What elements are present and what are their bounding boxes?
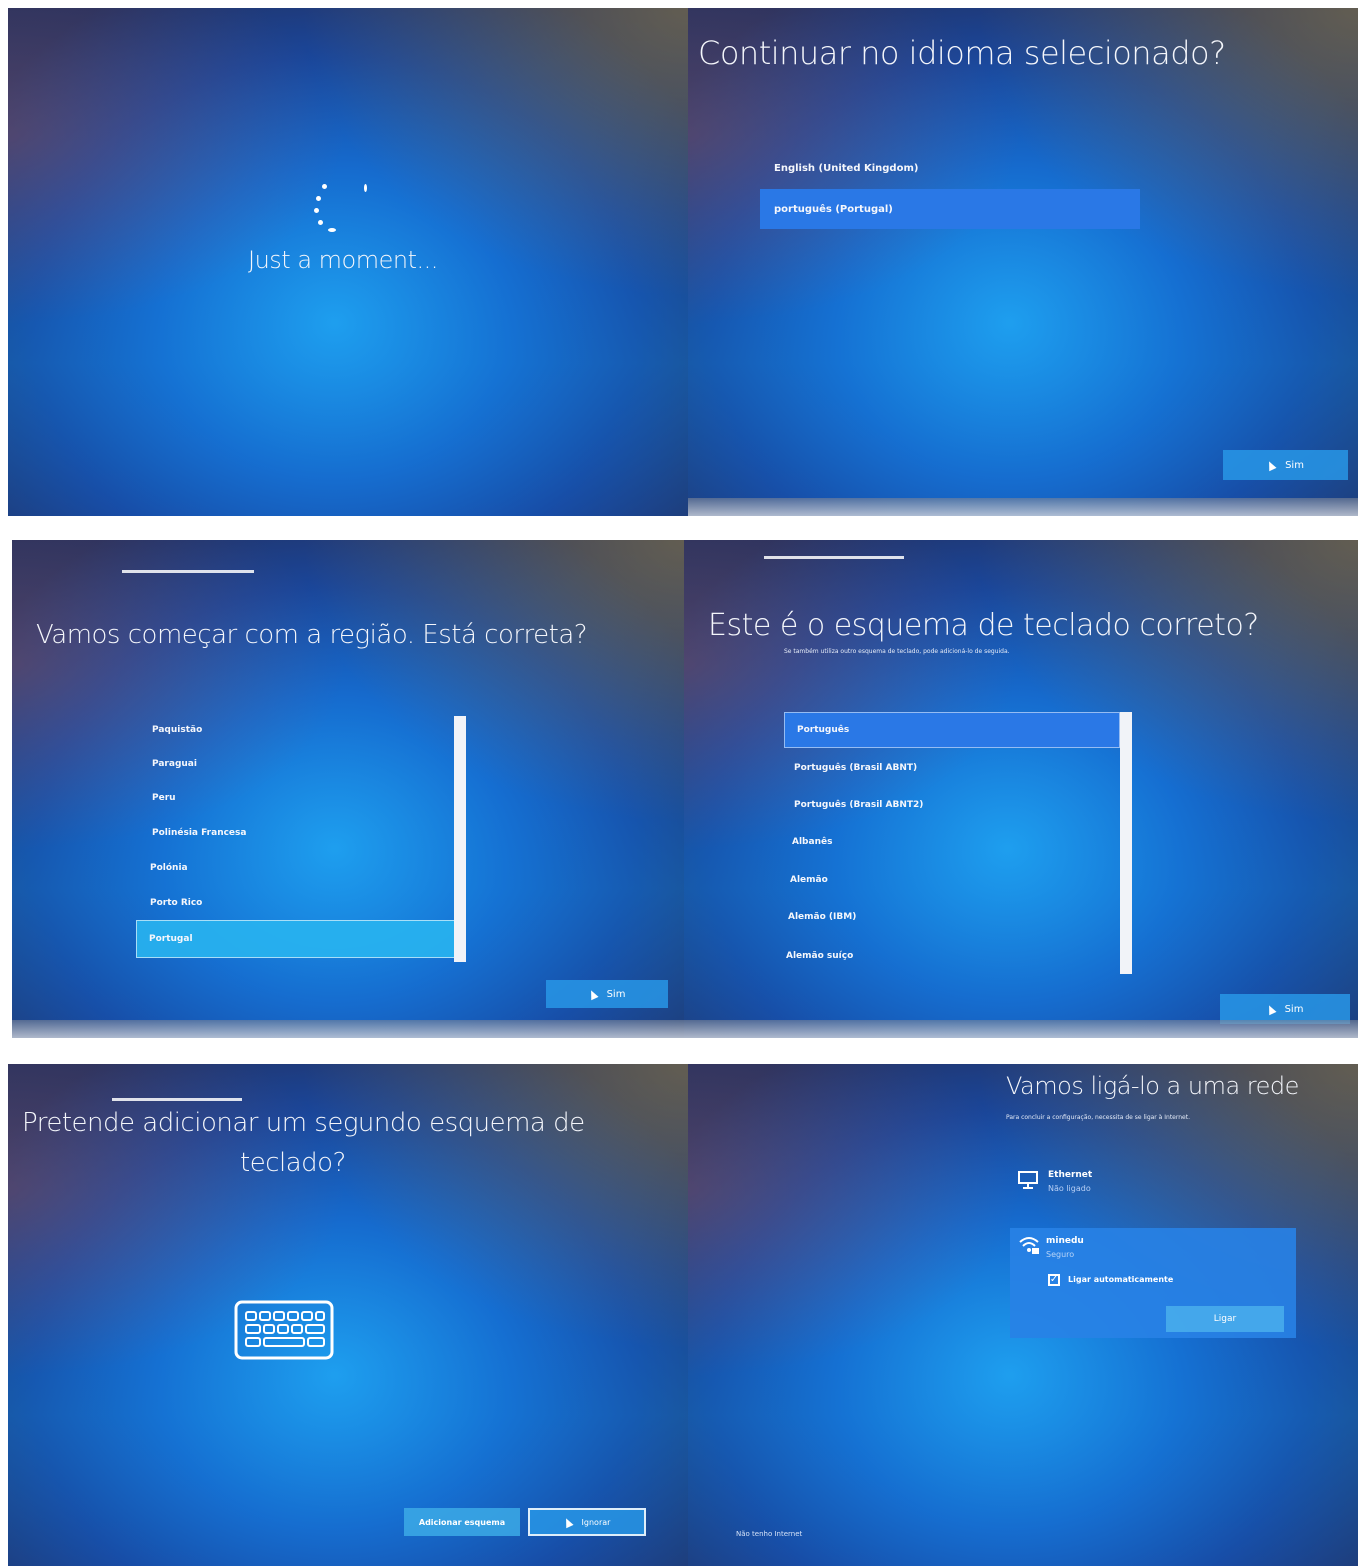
page-title: Vamos ligá-lo a uma rede <box>1006 1072 1299 1100</box>
network-status: Não ligado <box>1048 1184 1091 1193</box>
mouse-cursor-icon <box>1265 459 1277 471</box>
language-option-selected[interactable]: português (Portugal) <box>760 189 1140 229</box>
layout-list-scrollbar[interactable] <box>1120 712 1132 974</box>
region-option[interactable]: Paraguai <box>136 752 456 776</box>
panel-language: Continuar no idioma selecionado? English… <box>688 8 1358 516</box>
region-option[interactable]: Polónia <box>136 856 456 880</box>
skip-button-label: Ignorar <box>581 1517 611 1527</box>
auto-connect-label: Ligar automaticamente <box>1068 1275 1174 1284</box>
mouse-cursor-icon <box>562 1516 574 1528</box>
network-name: minedu <box>1046 1236 1084 1246</box>
page-subtitle: Para concluir a configuração, necessita … <box>1006 1114 1190 1121</box>
ethernet-icon <box>1018 1170 1038 1190</box>
no-internet-link[interactable]: Não tenho Internet <box>736 1530 802 1538</box>
panel-keyboard-layout: Este é o esquema de teclado correto? Se … <box>684 540 1358 1038</box>
region-option-selected[interactable]: Portugal <box>136 920 456 958</box>
page-title-line2: teclado? <box>240 1148 346 1178</box>
screen-bezel <box>12 1020 684 1038</box>
connect-button-label: Ligar <box>1213 1314 1237 1324</box>
status-text: Just a moment... <box>248 246 438 274</box>
layout-option[interactable]: Alemão suíço <box>784 944 1120 968</box>
region-option[interactable]: Peru <box>136 786 456 810</box>
mouse-cursor-icon <box>587 988 599 1000</box>
layout-option[interactable]: Alemão <box>784 868 1120 892</box>
add-layout-button[interactable]: Adicionar esquema <box>404 1508 520 1536</box>
panel-region: Vamos começar com a região. Está correta… <box>12 540 684 1038</box>
screen-bezel <box>688 498 1358 516</box>
page-subtitle: Se também utiliza outro esquema de tecla… <box>784 648 1010 655</box>
panel-second-keyboard: Pretende adicionar um segundo esquema de… <box>8 1064 688 1566</box>
progress-indicator <box>764 556 904 559</box>
layout-option[interactable]: Português (Brasil ABNT2) <box>784 793 1120 817</box>
region-option[interactable]: Polinésia Francesa <box>136 821 456 845</box>
page-title-line1: Pretende adicionar um segundo esquema de <box>22 1108 585 1138</box>
progress-indicator <box>122 570 254 573</box>
yes-button[interactable]: Sim <box>546 980 668 1008</box>
region-list-scrollbar[interactable] <box>454 716 466 962</box>
yes-button[interactable]: Sim <box>1223 450 1348 480</box>
loading-spinner-icon <box>308 178 378 248</box>
yes-button-label: Sim <box>606 988 626 1000</box>
layout-option[interactable]: Albanês <box>784 830 1120 854</box>
panel-just-a-moment: Just a moment... <box>8 8 688 516</box>
network-item-minedu[interactable]: minedu Seguro ✓ Ligar automaticamente Li… <box>1010 1228 1296 1338</box>
panel-network: Vamos ligá-lo a uma rede Para concluir a… <box>688 1064 1358 1566</box>
page-title: Continuar no idioma selecionado? <box>698 34 1226 72</box>
language-option[interactable]: English (United Kingdom) <box>760 156 1140 180</box>
layout-option[interactable]: Alemão (IBM) <box>784 905 1120 929</box>
layout-option[interactable]: Português (Brasil ABNT) <box>784 756 1120 780</box>
page-title: Este é o esquema de teclado correto? <box>708 608 1259 643</box>
mouse-cursor-icon <box>1265 1003 1277 1015</box>
keyboard-icon <box>234 1300 334 1360</box>
region-option[interactable]: Porto Rico <box>136 891 456 915</box>
connect-button[interactable]: Ligar <box>1166 1306 1284 1332</box>
add-layout-button-label: Adicionar esquema <box>418 1517 506 1527</box>
network-name: Ethernet <box>1048 1170 1093 1180</box>
auto-connect-checkbox[interactable]: ✓ <box>1048 1274 1060 1286</box>
layout-option-selected[interactable]: Português <box>784 712 1120 748</box>
page-title: Vamos começar com a região. Está correta… <box>36 620 588 650</box>
skip-button[interactable]: Ignorar <box>528 1508 646 1536</box>
screen-bezel <box>684 1020 1358 1038</box>
region-option[interactable]: Paquistão <box>136 718 456 742</box>
yes-button-label: Sim <box>1284 1003 1304 1015</box>
wifi-secure-icon <box>1018 1234 1040 1256</box>
network-item-ethernet[interactable]: Ethernet Não ligado <box>1014 1164 1294 1204</box>
network-status: Seguro <box>1046 1250 1075 1259</box>
progress-indicator <box>112 1098 242 1101</box>
yes-button-label: Sim <box>1285 459 1304 471</box>
